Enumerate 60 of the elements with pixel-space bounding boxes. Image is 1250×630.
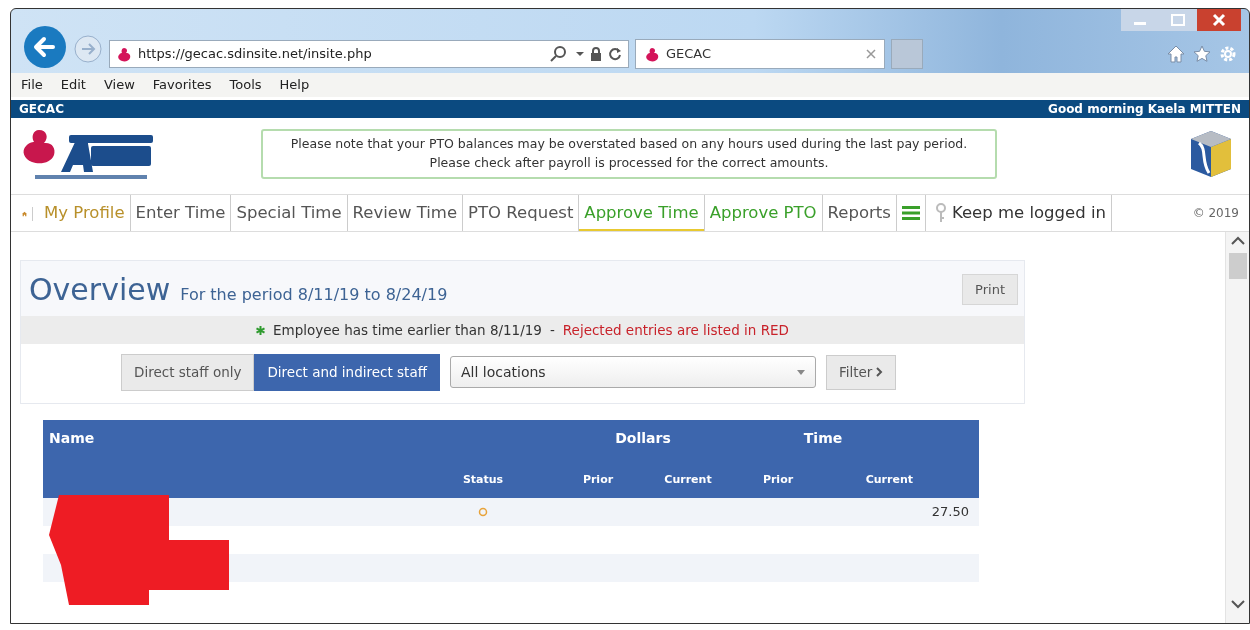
site-logo-icon [116, 46, 132, 62]
note-text: Employee has time earlier than 8/11/19 [273, 321, 542, 340]
column-header: Dollars [614, 428, 672, 448]
staff-toggle-button[interactable]: Direct staff only [121, 354, 255, 391]
print-button[interactable]: Print [962, 273, 1018, 306]
column-header: Current [663, 472, 713, 489]
table-cell: 27.50 [931, 503, 969, 519]
star-icon[interactable] [1193, 45, 1211, 63]
menu-item[interactable]: View [103, 75, 135, 95]
menu-icon[interactable] [901, 206, 920, 220]
nav-tab[interactable]: Special Time [231, 195, 348, 231]
location-select[interactable]: All locations [449, 356, 816, 389]
url-text: https://gecac.sdinsite.net/insite.php [138, 45, 373, 64]
chevron-icon [876, 367, 884, 378]
tab-title: GECAC [666, 45, 713, 64]
browser-tab[interactable]: GECAC [635, 39, 885, 69]
close-button[interactable] [1197, 9, 1241, 31]
nav-tab[interactable]: Enter Time [130, 195, 232, 231]
settings-icon[interactable] [1219, 45, 1237, 63]
forward-button[interactable] [73, 34, 103, 64]
notice-banner: Please note that your PTO balances may be overstated based on any hours used during the last pay period. Please check after payroll is processed for the correct amounts. [261, 129, 997, 179]
scroll-down-icon[interactable] [1230, 600, 1245, 609]
key-icon[interactable] [935, 203, 946, 223]
address-bar[interactable]: https://gecac.sdinsite.net/insite.php [109, 40, 629, 68]
filter-button[interactable]: Filter [825, 355, 897, 390]
keep-logged-in-label[interactable]: Keep me logged in [951, 200, 1106, 226]
org-name: GECAC [19, 101, 64, 118]
refresh-icon[interactable] [608, 47, 622, 61]
search-icon[interactable] [550, 46, 584, 62]
column-header: Prior [761, 472, 795, 489]
asterisk-icon [256, 325, 266, 335]
nav-tab[interactable]: Reports [822, 195, 897, 231]
column-header: Time [802, 428, 844, 448]
column-header: Status [461, 472, 505, 489]
menu-item[interactable]: Edit [60, 75, 86, 95]
menu-item[interactable]: File [21, 75, 43, 95]
cube-logo-icon [1189, 129, 1233, 179]
site-logo-icon [644, 46, 660, 62]
nav-tab[interactable]: PTO Request [463, 195, 580, 231]
close-icon[interactable] [866, 49, 876, 59]
menu-item[interactable]: Favorites [152, 75, 212, 95]
staff-toggle-button[interactable]: Direct and indirect staff [254, 354, 440, 391]
period-label: For the period 8/11/19 to 8/24/19 [180, 284, 448, 306]
scroll-up-icon[interactable] [1230, 236, 1245, 245]
rejected-note: Rejected entries are listed in RED [562, 321, 789, 340]
dropdown-caret-icon [796, 369, 805, 375]
column-header: Name [48, 428, 96, 448]
lock-icon [590, 47, 602, 61]
greeting: Good morning Kaela MITTEN [1048, 101, 1241, 118]
menu-item[interactable]: Help [279, 75, 310, 95]
back-button[interactable] [23, 25, 67, 69]
scrollbar-thumb[interactable] [1228, 253, 1247, 279]
column-header: Prior [581, 472, 615, 489]
nav-tab[interactable]: Review Time [347, 195, 464, 231]
home-icon[interactable] [1167, 45, 1185, 63]
separator-text: - [549, 321, 555, 340]
copyright: © 2019 [1192, 205, 1239, 222]
menu-item[interactable]: Tools [229, 75, 262, 95]
column-header: Current [864, 472, 913, 489]
page-title: Overview [29, 271, 171, 309]
